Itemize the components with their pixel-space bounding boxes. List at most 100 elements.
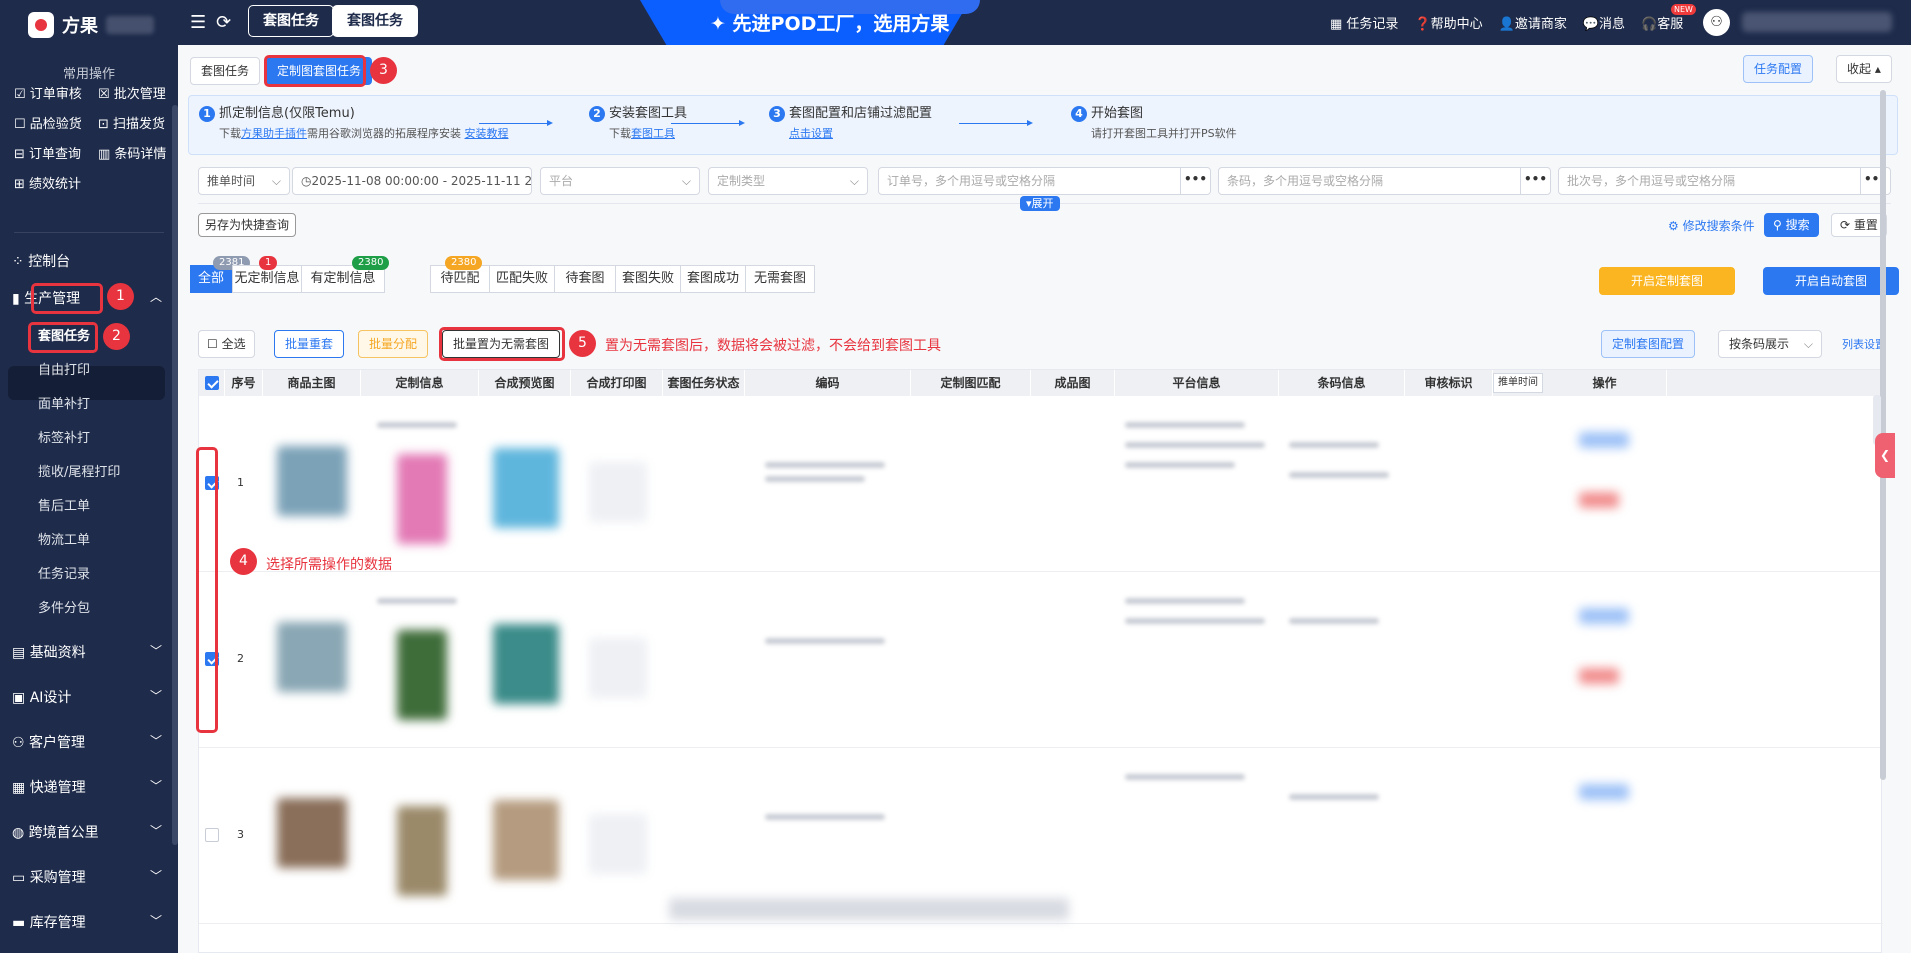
tab-pending-photo[interactable]: 待套图: [554, 265, 616, 293]
quick-order-review[interactable]: ☑ 订单审核: [14, 83, 82, 102]
tab-all[interactable]: 全部 2381: [190, 256, 251, 293]
table-row[interactable]: 2: [199, 572, 1883, 748]
quick-quality-check[interactable]: ☐ 品检验货: [14, 113, 82, 132]
action-button[interactable]: [1579, 784, 1629, 800]
tab-photo-success[interactable]: 套图成功: [680, 265, 746, 293]
barcode-input[interactable]: 条码，多个用逗号或空格分隔 •••: [1218, 167, 1551, 195]
select-all-checkbox[interactable]: ☐ 全选: [198, 330, 255, 358]
task-config-button[interactable]: 任务配置: [1743, 55, 1814, 83]
quick-order-query[interactable]: ⊟ 订单查询: [14, 143, 81, 162]
save-quick-query-button[interactable]: 另存为快捷查询: [198, 213, 297, 237]
sidebar-item-after-sale[interactable]: 售后工单: [38, 495, 90, 514]
sidebar-item-task-record[interactable]: 任务记录: [38, 563, 90, 582]
sidebar-item-multi-pack[interactable]: 多件分包: [38, 597, 90, 616]
barcode-text: [1289, 618, 1379, 624]
menu-purchase[interactable]: ▭ 采购管理 ﹀: [12, 867, 162, 887]
batch-no-input[interactable]: 批次号，多个用逗号或空格分隔 •••: [1558, 167, 1891, 195]
quick-scan-ship[interactable]: ⊡ 扫描发货: [98, 113, 165, 132]
start-auto-photo-button[interactable]: 开启自动套图: [1763, 267, 1899, 295]
settings-link[interactable]: 点击设置: [789, 127, 833, 140]
chevron-down-icon: ﹀: [149, 779, 162, 793]
help-center-link[interactable]: ❓帮助中心: [1414, 13, 1482, 32]
step-4: 4 开始套图 请打开套图工具并打开PS软件: [1071, 102, 1237, 141]
menu-dashboard[interactable]: ⁘ 控制台: [12, 251, 162, 271]
top-tab-1[interactable]: 套图任务: [248, 5, 334, 37]
float-side-tab[interactable]: ❮: [1875, 433, 1895, 478]
step-1: 1 抓定制信息(仅限Temu) 下载方果助手插件需用谷歌浏览器的拓展程序安装 安装…: [199, 102, 509, 141]
messages-link[interactable]: 💬消息: [1583, 13, 1625, 32]
menu-toggle-icon[interactable]: ☰: [190, 12, 206, 33]
tab-no-need-photo[interactable]: 无需套图: [745, 265, 815, 293]
install-guide-link[interactable]: 安装教程: [465, 127, 509, 140]
menu-ai-design[interactable]: ▣ AI设计 ﹀: [12, 687, 162, 707]
action-button[interactable]: [1579, 608, 1629, 624]
custom-info-image: [397, 630, 447, 720]
barcode-text: [1289, 472, 1389, 478]
custom-type-select[interactable]: 定制类型 ⌵: [708, 167, 868, 195]
user-avatar-icon[interactable]: ⚇: [1703, 9, 1730, 36]
sidebar-item-pickup-print[interactable]: 揽收/尾程打印: [38, 461, 120, 480]
task-record-link[interactable]: ▦ 任务记录: [1330, 13, 1398, 32]
col-task-status: 套图任务状态: [663, 370, 745, 396]
sidebar-item-free-print[interactable]: 自由打印: [38, 359, 90, 378]
table-row[interactable]: 3: [199, 748, 1883, 924]
col-preview: 合成预览图: [479, 370, 571, 396]
table-row[interactable]: 1: [199, 396, 1883, 572]
batch-redo-button[interactable]: 批量重套: [274, 330, 345, 358]
menu-express[interactable]: ▦ 快递管理 ﹀: [12, 777, 162, 797]
custom-config-button[interactable]: 定制套图配置: [1601, 330, 1696, 358]
menu-inventory[interactable]: ▬ 库存管理 ﹀: [12, 912, 162, 932]
menu-crossborder[interactable]: ◍ 跨境首公里 ﹀: [12, 822, 162, 842]
row-index: 2: [237, 652, 244, 665]
action-button[interactable]: [1579, 668, 1619, 684]
app-window: 方果 ☰ ⟳ 套图任务 套图任务 ✦ 先进POD工厂，选用方果 ▦ 任务记录 ❓…: [0, 0, 1911, 953]
tab-no-custom-info[interactable]: 无定制信息 1: [232, 256, 302, 293]
action-button[interactable]: [1579, 432, 1629, 448]
time-type-select[interactable]: 推单时间 ⌵: [198, 167, 290, 195]
collapse-button[interactable]: 收起 ▴: [1836, 55, 1892, 83]
display-mode-select[interactable]: 按条码展示 ⌵: [1718, 330, 1822, 358]
expand-button[interactable]: ▾展开: [1020, 196, 1060, 211]
top-bar: 方果 ☰ ⟳ 套图任务 套图任务 ✦ 先进POD工厂，选用方果 ▦ 任务记录 ❓…: [0, 0, 1911, 45]
preview-image: [493, 624, 559, 704]
username-blurred[interactable]: [1742, 12, 1892, 32]
customer-service-link[interactable]: 🎧客服: [1641, 13, 1683, 32]
brand-logo[interactable]: 方果: [28, 12, 154, 38]
sidebar-item-logistics[interactable]: 物流工单: [38, 529, 90, 548]
modify-search-link[interactable]: ⚙ 修改搜索条件: [1668, 217, 1755, 234]
quick-barcode-detail[interactable]: ▥ 条码详情: [98, 143, 166, 162]
header-checkbox[interactable]: [199, 370, 225, 396]
batch-assign-button[interactable]: 批量分配: [358, 330, 429, 358]
row-checkbox[interactable]: [205, 828, 219, 842]
quick-performance[interactable]: ⊞ 绩效统计: [14, 173, 81, 192]
barcode-text: [1289, 442, 1379, 448]
platform-select[interactable]: 平台 ⌵: [540, 167, 700, 195]
download-tool-link[interactable]: 套图工具: [631, 127, 675, 140]
action-button[interactable]: [1579, 492, 1619, 508]
tab-match-failed[interactable]: 匹配失败: [489, 265, 555, 293]
tab-photo-failed[interactable]: 套图失败: [615, 265, 681, 293]
col-code: 编码: [745, 370, 911, 396]
more-icon[interactable]: •••: [1180, 168, 1210, 194]
order-no-input[interactable]: 订单号，多个用逗号或空格分隔 •••: [878, 167, 1211, 195]
menu-customer[interactable]: ⚇ 客户管理 ﹀: [12, 732, 162, 752]
invite-merchant-link[interactable]: 👤邀请商家: [1499, 13, 1567, 32]
refresh-icon[interactable]: ⟳: [216, 12, 231, 33]
quick-batch-manage[interactable]: ☒ 批次管理: [98, 83, 166, 102]
sidebar-item-label-reprint[interactable]: 面单补打: [38, 393, 90, 412]
reset-button[interactable]: ⟳ 重置: [1831, 213, 1887, 237]
start-custom-photo-button[interactable]: 开启定制套图: [1599, 267, 1735, 295]
col-barcode: 条码信息: [1279, 370, 1405, 396]
tab-has-custom-info[interactable]: 有定制信息 2380: [301, 256, 390, 293]
note-5: 置为无需套图后，数据将会被过滤，不会给到套图工具: [605, 338, 941, 354]
menu-basic-data[interactable]: ▤ 基础资料 ﹀: [12, 642, 162, 662]
helper-plugin-link[interactable]: 方果助手插件: [241, 127, 307, 140]
date-range-input[interactable]: ◷2025-11-08 00:00:00 - 2025-11-11 23:59:…: [292, 167, 532, 195]
tab-pending-match[interactable]: 待匹配 2380: [430, 256, 490, 293]
platform-text: [1125, 774, 1245, 780]
sidebar-item-tag-reprint[interactable]: 标签补打: [38, 427, 90, 446]
search-button[interactable]: ⚲ 搜索: [1764, 213, 1819, 237]
more-icon[interactable]: •••: [1520, 168, 1550, 194]
top-tab-2[interactable]: 套图任务: [332, 5, 418, 37]
tab-photo-task[interactable]: 套图任务: [190, 57, 261, 85]
